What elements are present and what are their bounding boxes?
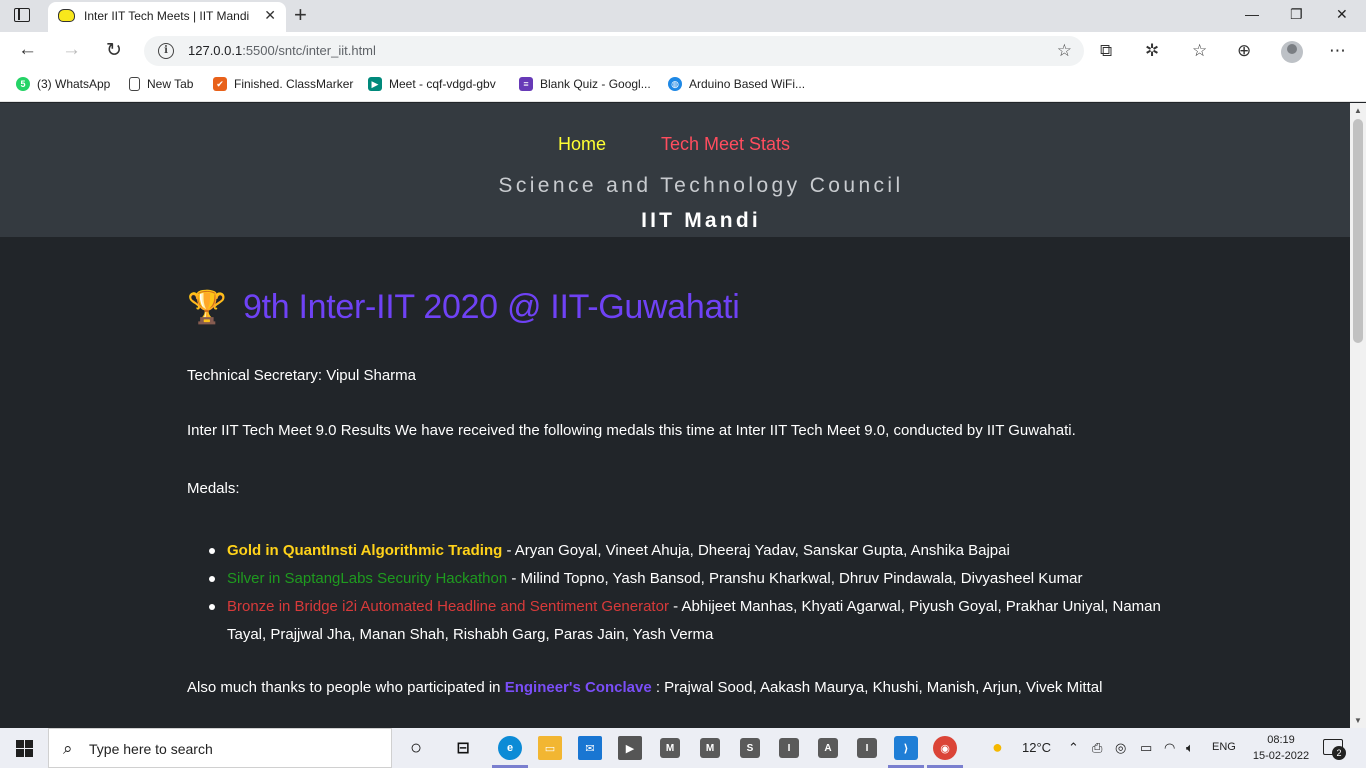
- taskbar-app-i2[interactable]: I: [857, 738, 877, 758]
- windows-taskbar: ⌕ Type here to search ○ ⊟ e ▭ ✉ ▶ M M S …: [0, 728, 1366, 768]
- taskbar-app-m1[interactable]: M: [660, 738, 680, 758]
- tab-close-icon[interactable]: ✕: [264, 7, 276, 24]
- bookmarks-bar: 5 (3) WhatsApp New Tab ✔ Finished. ClassMa…: [0, 70, 1366, 102]
- vscode-icon[interactable]: ⟩: [894, 736, 918, 760]
- bookmark-classmarker[interactable]: ✔ Finished. ClassMarker: [213, 77, 353, 91]
- engineers-conclave-link[interactable]: Engineer's Conclave: [505, 679, 652, 696]
- url-text[interactable]: 127.0.0.1:5500/sntc/inter_iit.html: [188, 43, 376, 58]
- collections-icon[interactable]: ⧉: [1100, 41, 1112, 61]
- add-favorite-icon[interactable]: ☆: [1057, 41, 1072, 61]
- site-header: Home Tech Meet Stats Science and Technol…: [0, 103, 1350, 237]
- browser-toolbar: ← → ↻ i 127.0.0.1:5500/sntc/inter_iit.ht…: [0, 32, 1366, 70]
- medal-gold-item: Gold in QuantInsti Algorithmic Trading -…: [209, 537, 1167, 565]
- volume-icon[interactable]: 🔈︎: [1186, 740, 1194, 756]
- forward-arrow-icon[interactable]: →: [62, 39, 81, 61]
- reload-icon[interactable]: ↻: [106, 39, 122, 62]
- language-indicator[interactable]: ENG: [1212, 741, 1236, 753]
- taskbar-app-m2[interactable]: M: [700, 738, 720, 758]
- scroll-thumb[interactable]: [1353, 119, 1363, 343]
- network-adapter-icon[interactable]: ⎙: [1092, 740, 1102, 756]
- new-tab-button[interactable]: +: [294, 2, 307, 28]
- battery-icon[interactable]: ▭: [1140, 740, 1152, 756]
- clock-date: 15-02-2022: [1252, 750, 1310, 762]
- bookmark-meet[interactable]: ▶ Meet - cqf-vdgd-gbv: [368, 77, 496, 91]
- medal-list: Gold in QuantInsti Algorithmic Trading -…: [209, 537, 1167, 649]
- nav-home-link[interactable]: Home: [558, 134, 606, 155]
- weather-sun-icon[interactable]: ●: [992, 737, 1003, 758]
- notifications-count-badge: 2: [1332, 746, 1346, 760]
- taskbar-app-i1[interactable]: I: [779, 738, 799, 758]
- taskbar-app-s[interactable]: S: [740, 738, 760, 758]
- council-name: Science and Technology Council: [498, 174, 904, 197]
- clock-time: 08:19: [1267, 734, 1295, 746]
- tab-title: Inter IIT Tech Meets | IIT Mandi: [84, 9, 250, 23]
- bookmark-whatsapp[interactable]: 5 (3) WhatsApp: [16, 77, 110, 91]
- meet-icon: ▶: [368, 77, 382, 91]
- close-window-button[interactable]: ✕: [1336, 6, 1348, 23]
- maximize-button[interactable]: ❐: [1290, 6, 1303, 23]
- weather-temperature[interactable]: 12°C: [1022, 740, 1051, 755]
- extensions-icon[interactable]: ✲: [1145, 41, 1159, 61]
- media-player-icon[interactable]: ▶: [618, 736, 642, 760]
- bookmark-new-tab[interactable]: New Tab: [129, 77, 193, 91]
- more-menu-icon[interactable]: ⋯: [1329, 41, 1346, 61]
- forms-icon: ≡: [519, 77, 533, 91]
- medal-silver-event: Silver in SaptangLabs Security Hackathon: [227, 570, 508, 587]
- bookmark-arduino[interactable]: ◍ Arduino Based WiFi...: [668, 77, 805, 91]
- cortana-icon[interactable]: ○: [404, 736, 428, 760]
- tab-strip: Inter IIT Tech Meets | IIT Mandi ✕ + — ❐…: [0, 0, 1366, 32]
- chrome-icon[interactable]: ◉: [933, 736, 957, 760]
- profile-avatar[interactable]: [1281, 41, 1303, 63]
- nav-tech-meet-stats-link[interactable]: Tech Meet Stats: [661, 134, 790, 155]
- active-tab[interactable]: Inter IIT Tech Meets | IIT Mandi ✕: [48, 2, 286, 32]
- medal-silver-item: Silver in SaptangLabs Security Hackathon…: [209, 565, 1167, 593]
- meet-now-icon[interactable]: ◎: [1115, 740, 1126, 756]
- back-arrow-icon[interactable]: ←: [18, 39, 37, 61]
- medal-gold-event: Gold in QuantInsti Algorithmic Trading: [227, 542, 503, 559]
- task-view-icon[interactable]: ⊟: [451, 736, 475, 760]
- trophy-icon: 🏆: [187, 289, 227, 325]
- technical-secretary: Technical Secretary: Vipul Sharma: [187, 367, 416, 384]
- taskbar-search-box[interactable]: ⌕ Type here to search: [48, 728, 392, 768]
- scroll-up-arrow-icon[interactable]: ▲: [1354, 106, 1362, 115]
- whatsapp-icon: 5: [16, 77, 30, 91]
- check-icon: ✔: [213, 77, 227, 91]
- brain-favicon-icon: [58, 9, 75, 22]
- favorites-icon[interactable]: ☆: [1192, 41, 1207, 61]
- page-icon: [129, 77, 140, 91]
- institute-name: IIT Mandi: [641, 209, 761, 232]
- page-title: 🏆 9th Inter-IIT 2020 @ IIT-Guwahati: [187, 288, 740, 326]
- show-hidden-icons-chevron-icon[interactable]: ⌃: [1068, 740, 1079, 756]
- taskbar-search-placeholder: Type here to search: [89, 741, 213, 757]
- taskbar-app-a[interactable]: A: [818, 738, 838, 758]
- medal-bronze-item: Bronze in Bridge i2i Automated Headline …: [209, 593, 1167, 649]
- medals-heading: Medals:: [187, 480, 240, 497]
- edge-browser-icon[interactable]: e: [498, 736, 522, 760]
- taskbar-clock[interactable]: 08:19 15-02-2022: [1250, 732, 1312, 764]
- minimize-button[interactable]: —: [1245, 6, 1259, 22]
- mail-icon[interactable]: ✉: [578, 736, 602, 760]
- globe-icon: ◍: [668, 77, 682, 91]
- page-viewport: Home Tech Meet Stats Science and Technol…: [0, 103, 1350, 728]
- windows-start-icon[interactable]: [16, 740, 33, 757]
- scroll-down-arrow-icon[interactable]: ▼: [1354, 716, 1362, 725]
- page-scrollbar[interactable]: ▲ ▼: [1350, 103, 1366, 728]
- medal-bronze-event: Bronze in Bridge i2i Automated Headline …: [227, 598, 669, 615]
- search-icon: ⌕: [63, 739, 73, 758]
- wifi-icon[interactable]: ◠: [1164, 740, 1175, 756]
- site-info-icon[interactable]: i: [158, 43, 174, 59]
- tab-collections-icon[interactable]: ⊕: [1237, 41, 1251, 61]
- tab-actions-icon[interactable]: [14, 8, 30, 22]
- thanks-paragraph: Also much thanks to people who participa…: [187, 679, 1103, 696]
- results-paragraph: Inter IIT Tech Meet 9.0 Results We have …: [187, 422, 1076, 439]
- file-explorer-icon[interactable]: ▭: [538, 736, 562, 760]
- address-bar[interactable]: i 127.0.0.1:5500/sntc/inter_iit.html ☆: [144, 36, 1084, 66]
- bookmark-google-forms[interactable]: ≡ Blank Quiz - Googl...: [519, 77, 651, 91]
